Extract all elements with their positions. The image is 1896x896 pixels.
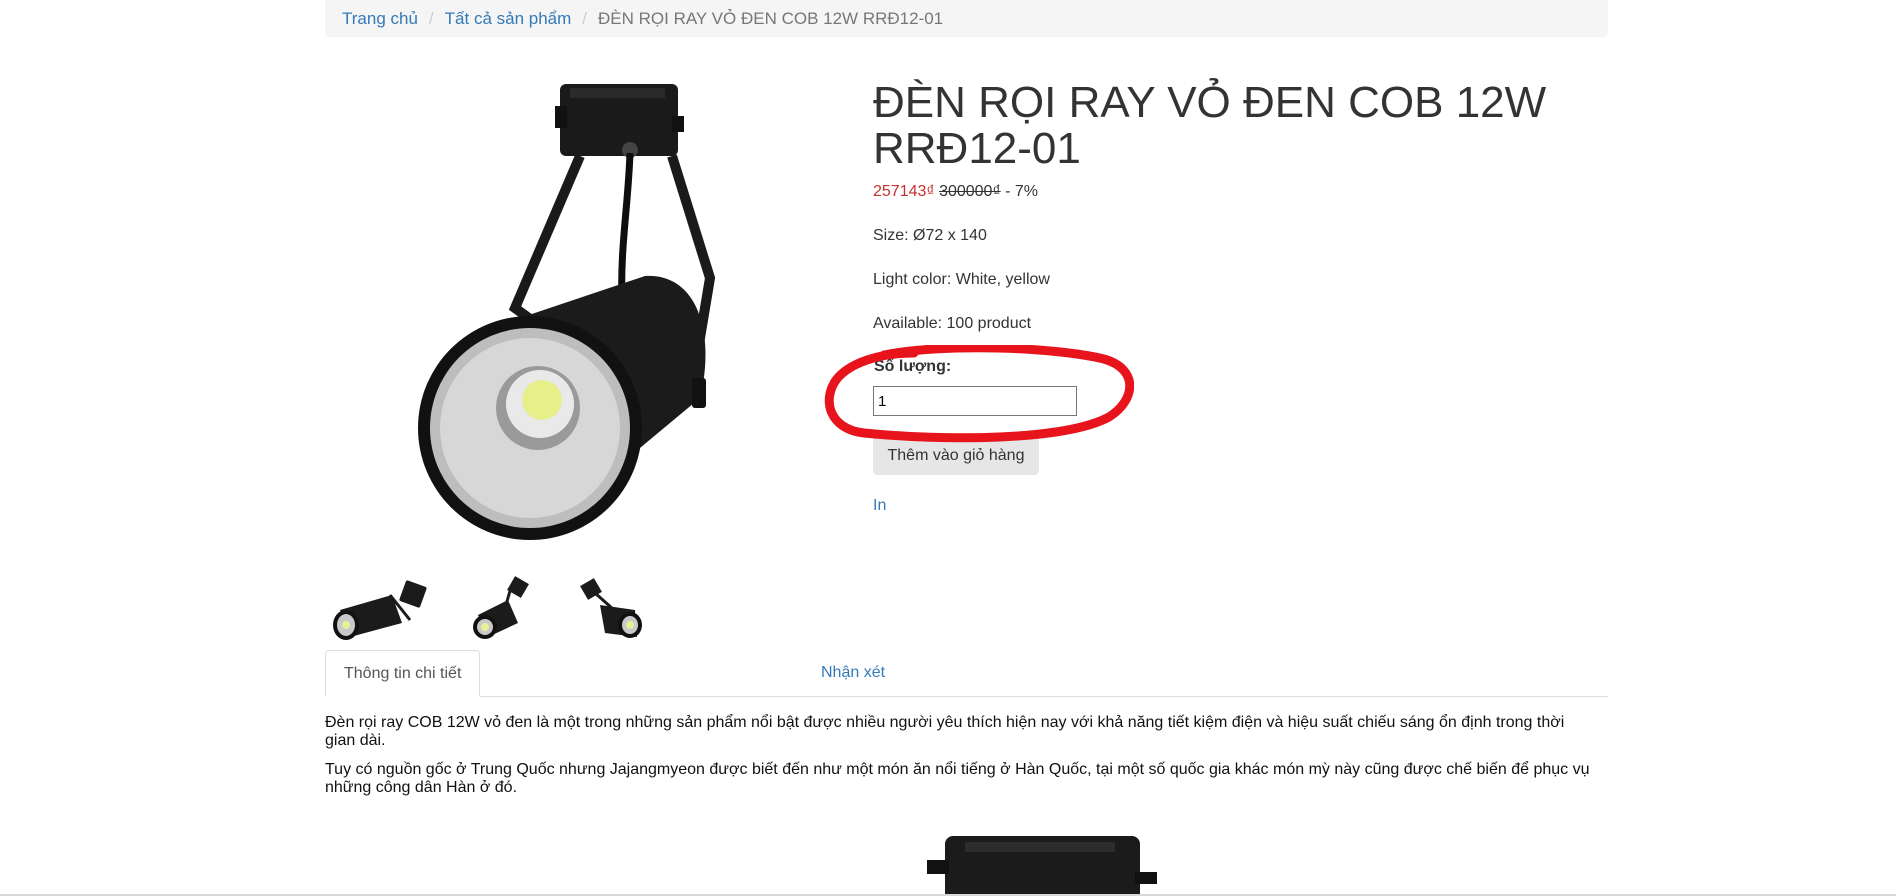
price-new: 257143₫ bbox=[873, 183, 935, 200]
description-paragraph-1: Đèn rọi ray COB 12W vỏ đen là một trong … bbox=[325, 714, 1565, 749]
product-size: Size: Ø72 x 140 bbox=[873, 227, 987, 244]
track-light-icon bbox=[418, 84, 716, 540]
print-link[interactable]: In bbox=[873, 497, 886, 515]
breadcrumb-all-products-link[interactable]: Tất cả sản phẩm bbox=[445, 9, 572, 29]
description-image bbox=[925, 832, 1160, 896]
track-light-icon bbox=[927, 836, 1157, 896]
product-main-image[interactable] bbox=[410, 78, 740, 548]
breadcrumb-current: ĐÈN RỌI RAY VỎ ĐEN COB 12W RRĐ12-01 bbox=[598, 8, 944, 28]
breadcrumb: Trang chủ / Tất cả sản phẩm / ĐÈN RỌI RA… bbox=[325, 0, 1608, 37]
thumbnail-1[interactable] bbox=[330, 575, 435, 647]
quantity-input[interactable] bbox=[873, 386, 1077, 416]
price-line: 257143₫ 300000₫ - 7% bbox=[873, 183, 1038, 201]
add-to-cart-button[interactable]: Thêm vào giỏ hàng bbox=[873, 436, 1039, 475]
description-paragraph-2: Tuy có nguồn gốc ở Trung Quốc nhưng Jaja… bbox=[325, 761, 1590, 796]
product-title: ĐÈN RỌI RAY VỎ ĐEN COB 12W RRĐ12-01 bbox=[873, 78, 1547, 173]
thumbnail-2[interactable] bbox=[468, 575, 573, 647]
tab-detail-info[interactable]: Thông tin chi tiết bbox=[325, 650, 481, 697]
track-light-thumb-1 bbox=[333, 580, 427, 640]
discount: - 7% bbox=[1000, 183, 1039, 200]
breadcrumb-home-link[interactable]: Trang chủ bbox=[342, 9, 418, 29]
track-light-thumb-2 bbox=[473, 576, 529, 639]
thumbnail-3[interactable] bbox=[575, 575, 680, 647]
breadcrumb-separator: / bbox=[428, 8, 434, 28]
breadcrumb-separator: / bbox=[582, 8, 588, 28]
product-light-color: Light color: White, yellow bbox=[873, 271, 1050, 288]
track-light-thumb-3 bbox=[580, 578, 642, 638]
tab-reviews[interactable]: Nhận xét bbox=[803, 650, 903, 697]
price-old: 300000₫ bbox=[939, 183, 1001, 200]
quantity-label: Số lượng: bbox=[874, 358, 952, 375]
product-tabs: Thông tin chi tiết Nhận xét bbox=[325, 650, 1608, 697]
product-available: Available: 100 product bbox=[873, 315, 1032, 332]
